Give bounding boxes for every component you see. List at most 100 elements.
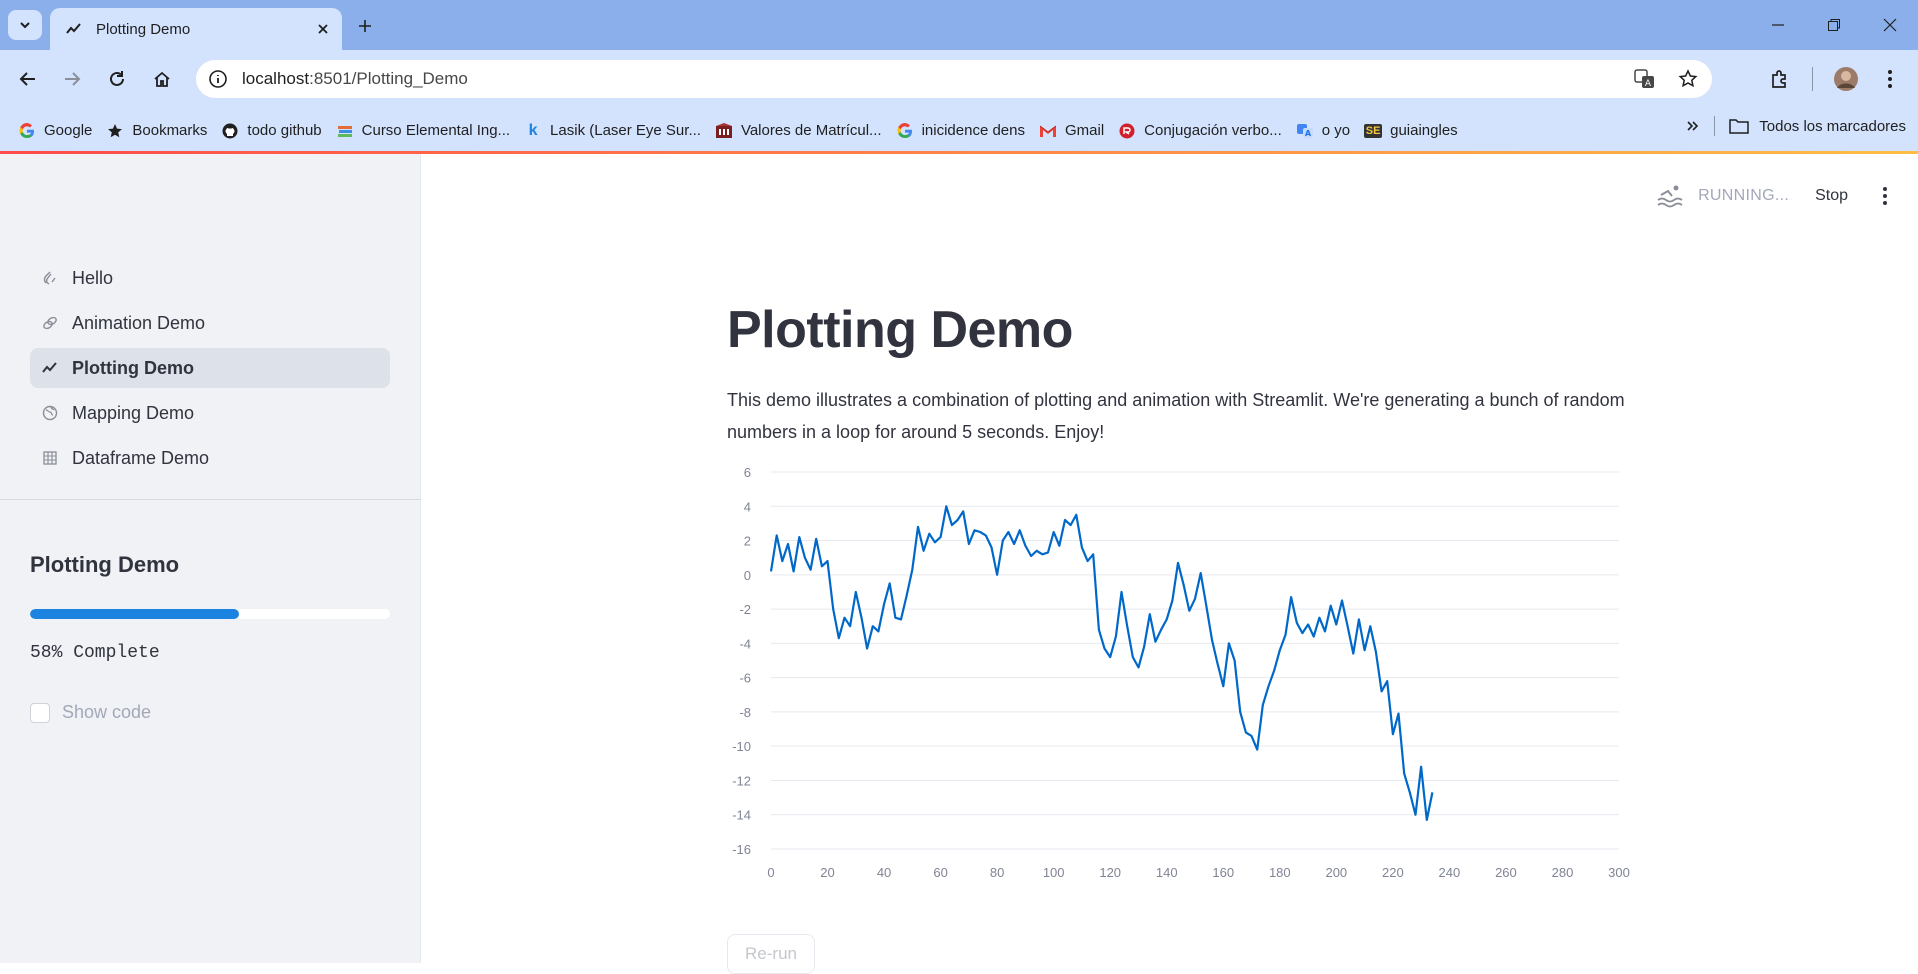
progress-status-text: 58% Complete <box>30 643 160 663</box>
bookmark-label: Gmail <box>1064 122 1105 139</box>
y-tick-label: -8 <box>739 705 751 720</box>
bookmark-star-icon[interactable] <box>1678 69 1698 89</box>
reload-icon <box>110 71 124 86</box>
sidebar-divider <box>0 499 421 500</box>
x-tick-label: 20 <box>820 865 834 879</box>
browser-menu-button[interactable] <box>1874 63 1906 95</box>
bookmark-label: Conjugación verbo... <box>1144 122 1282 139</box>
restore-icon <box>1828 19 1840 31</box>
sidebar-item-mapping-demo[interactable]: Mapping Demo <box>30 393 390 433</box>
extensions-button[interactable] <box>1764 63 1796 95</box>
show-code-checkbox[interactable]: Show code <box>30 702 151 723</box>
main-content: RUNNING... Stop Plotting Demo This demo … <box>421 154 1918 974</box>
all-bookmarks-folder[interactable]: Todos los marcadores <box>1729 118 1906 135</box>
y-tick-label: 6 <box>744 465 751 480</box>
sidebar-nav: Hello Animation Demo Plotting Demo Mapping … <box>30 258 390 483</box>
line-chart[interactable]: 6420-2-4-6-8-10-12-14-16 0 20 40 60 80 100 120… <box>727 459 1633 879</box>
bookmark-item[interactable]: SE guiaingles <box>1360 116 1468 146</box>
svg-text:A: A <box>1305 129 1312 138</box>
chevron-down-icon <box>20 22 30 29</box>
new-tab-button[interactable] <box>352 13 378 39</box>
y-tick-label: 4 <box>744 499 751 514</box>
bookmark-item[interactable]: Google <box>14 116 102 146</box>
bookmarks-divider <box>1714 116 1716 136</box>
bookmark-item[interactable]: Ao yo <box>1292 116 1360 146</box>
close-tab-icon[interactable] <box>316 22 330 36</box>
close-window-button[interactable] <box>1862 0 1918 50</box>
bookmark-item[interactable]: Gmail <box>1035 116 1114 146</box>
tab-title: Plotting Demo <box>96 20 191 38</box>
table-icon <box>42 450 58 466</box>
close-icon <box>1883 18 1897 32</box>
chart-line-icon <box>66 23 81 34</box>
avatar <box>1834 67 1858 91</box>
back-button[interactable] <box>12 63 44 95</box>
translate-icon[interactable]: A <box>1634 69 1656 89</box>
x-tick-label: 220 <box>1382 865 1404 879</box>
reverso-icon <box>1118 122 1136 140</box>
site-info-icon[interactable] <box>208 69 228 89</box>
google-icon <box>18 122 36 140</box>
y-tick-label: -6 <box>739 671 751 686</box>
page-description: This demo illustrates a combination of p… <box>727 390 1625 442</box>
sidebar-item-plotting-demo[interactable]: Plotting Demo <box>30 348 390 388</box>
x-tick-label: 160 <box>1212 865 1234 879</box>
translate-icon: A <box>1296 122 1314 140</box>
y-axis-ticks: 6 4 2 0 -2 -4 -6 -8 -10 -12 -14 -16 <box>732 465 751 857</box>
x-tick-label: 180 <box>1269 865 1291 879</box>
bookmark-label: Bookmarks <box>132 122 208 139</box>
rerun-button[interactable]: Re-run <box>727 934 815 974</box>
sidebar-item-label: Hello <box>72 267 114 288</box>
series-line <box>769 505 1434 821</box>
app-menu-icon[interactable] <box>1882 186 1888 206</box>
bookmark-label: guiaingles <box>1390 122 1458 139</box>
kebab-menu-icon <box>1888 70 1892 88</box>
sidebar-item-label: Mapping Demo <box>72 402 195 423</box>
x-tick-label: 260 <box>1495 865 1517 879</box>
url-text: localhost:8501/Plotting_Demo <box>242 69 468 89</box>
bookmark-item[interactable]: k Lasik (Laser Eye Sur... <box>520 116 711 146</box>
y-tick-label: -10 <box>732 739 751 754</box>
stop-button[interactable]: Stop <box>1815 187 1848 205</box>
rings-icon <box>42 315 58 331</box>
y-tick-label: -2 <box>739 602 751 617</box>
x-tick-label: 300 <box>1608 865 1630 879</box>
k-icon: k <box>528 121 538 139</box>
sidebar-item-label: Dataframe Demo <box>72 447 210 468</box>
y-tick-label: 2 <box>744 534 751 549</box>
bookmark-item[interactable]: inicidence dens <box>892 116 1035 146</box>
home-button[interactable] <box>146 63 178 95</box>
forward-button[interactable] <box>56 63 88 95</box>
bookmark-item[interactable]: Valores de Matrícul... <box>711 116 892 146</box>
sidebar-item-hello[interactable]: Hello <box>30 258 390 298</box>
reload-button[interactable] <box>101 63 133 95</box>
star-icon <box>106 122 124 140</box>
profile-button[interactable] <box>1830 63 1862 95</box>
minimize-button[interactable] <box>1750 0 1806 50</box>
address-bar[interactable]: localhost:8501/Plotting_Demo A <box>196 60 1712 98</box>
bookmark-item[interactable]: Curso Elemental Ing... <box>332 116 520 146</box>
running-status: RUNNING... <box>1698 187 1790 204</box>
bookmark-label: Google <box>44 122 93 139</box>
x-tick-label: 140 <box>1156 865 1178 879</box>
x-tick-label: 240 <box>1439 865 1461 879</box>
x-tick-label: 0 <box>767 865 774 879</box>
building-icon <box>715 122 733 140</box>
tab-search-button[interactable] <box>8 10 42 40</box>
bookmark-item[interactable]: todo github <box>217 116 331 146</box>
app-status-bar: RUNNING... Stop <box>1656 184 1888 208</box>
more-bookmarks-icon[interactable] <box>1686 119 1700 133</box>
tab-plotting-demo[interactable]: Plotting Demo <box>50 8 342 50</box>
checkbox-box[interactable] <box>30 702 50 723</box>
puzzle-icon <box>1772 70 1786 88</box>
bookmark-label: o yo <box>1321 122 1351 139</box>
tab-strip: Plotting Demo <box>0 0 1918 50</box>
omnibox-actions: A <box>1634 69 1698 89</box>
swimmer-icon <box>1657 185 1683 208</box>
bookmark-item[interactable]: Conjugación verbo... <box>1114 116 1292 146</box>
sidebar-item-animation-demo[interactable]: Animation Demo <box>30 303 390 343</box>
restore-button[interactable] <box>1806 0 1862 50</box>
page-title: Plotting Demo <box>727 301 1073 359</box>
sidebar-item-dataframe-demo[interactable]: Dataframe Demo <box>30 438 390 478</box>
bookmark-item[interactable]: Bookmarks <box>102 116 217 146</box>
